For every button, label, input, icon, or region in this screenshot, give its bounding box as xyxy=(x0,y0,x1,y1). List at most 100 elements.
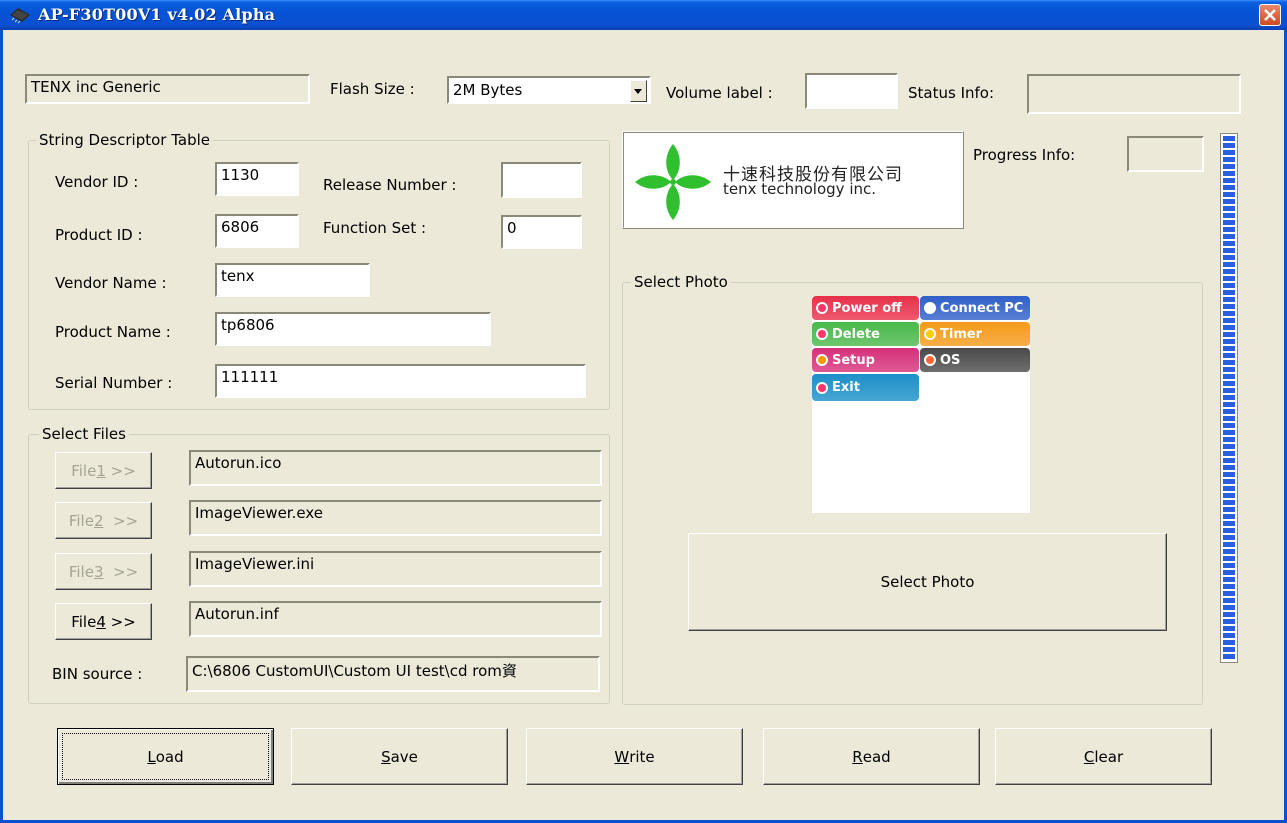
logo-english-text: tenx technology inc. xyxy=(723,180,877,198)
photo-preview: Power off Connect PC Delete Timer Setup OS Exi… xyxy=(812,296,1030,513)
file-1-button[interactable]: File 1 >> xyxy=(55,452,152,489)
file-4-button-key: 4 xyxy=(96,612,106,631)
file-2-button-label: File xyxy=(68,511,94,530)
volume-label: Volume label : xyxy=(666,84,773,102)
write-button-label: rite xyxy=(629,747,655,766)
vendor-id-label: Vendor ID : xyxy=(55,173,139,191)
device-name-field: TENX inc Generic xyxy=(25,74,310,104)
read-button-label: ead xyxy=(862,747,891,766)
file-2-path: ImageViewer.exe xyxy=(189,500,602,536)
window-frame-left xyxy=(0,30,3,823)
photo-menu-tile: Delete xyxy=(812,322,919,346)
product-id-label: Product ID : xyxy=(55,226,143,244)
write-button-key: W xyxy=(614,747,630,766)
application-window: AP-F30T00V1 v4.02 Alpha TENX inc Generic… xyxy=(0,0,1287,823)
tenx-logo-icon xyxy=(635,144,711,220)
string-descriptor-title: String Descriptor Table xyxy=(36,131,214,149)
file-1-path: Autorun.ico xyxy=(189,450,602,486)
file-1-button-label: File xyxy=(71,461,97,480)
bin-source-path: C:\6806 CustomUI\Custom UI test\cd rom資 xyxy=(186,656,600,692)
file-2-button-arrows: >> xyxy=(103,511,139,530)
save-button-label: ave xyxy=(390,747,418,766)
status-info-label: Status Info: xyxy=(908,84,995,102)
file-3-path: ImageViewer.ini xyxy=(189,551,602,587)
function-set-label: Function Set : xyxy=(323,219,427,237)
flash-size-select[interactable]: 2M Bytes xyxy=(447,76,651,104)
product-name-input[interactable]: tp6806 xyxy=(215,312,491,346)
progress-fill xyxy=(1223,136,1235,660)
chevron-down-icon xyxy=(634,89,642,94)
file-3-button-label: File xyxy=(68,562,94,581)
company-logo-panel: 十速科技股份有限公司 tenx technology inc. xyxy=(622,131,964,229)
flash-size-label: Flash Size : xyxy=(330,80,415,98)
file-3-button-key: 3 xyxy=(93,562,104,581)
photo-menu-tile-label: Setup xyxy=(832,352,875,368)
status-info-field xyxy=(1027,74,1241,114)
bin-source-label: BIN source : xyxy=(52,665,143,683)
volume-label-input[interactable] xyxy=(805,73,898,109)
clear-button[interactable]: Clear xyxy=(995,728,1212,785)
file-2-button[interactable]: File 2 >> xyxy=(55,502,152,539)
select-photo-button[interactable]: Select Photo xyxy=(688,533,1167,631)
vendor-name-input[interactable]: tenx xyxy=(215,263,370,297)
file-4-button[interactable]: File 4 >> xyxy=(55,603,152,640)
function-set-input[interactable]: 0 xyxy=(501,215,582,249)
file-4-button-label: File xyxy=(71,612,97,631)
file-1-button-arrows: >> xyxy=(105,461,136,480)
photo-menu-tile-icon xyxy=(924,302,936,314)
window-title: AP-F30T00V1 v4.02 Alpha xyxy=(38,5,276,24)
dropdown-arrow-button[interactable] xyxy=(630,80,647,102)
serial-number-label: Serial Number : xyxy=(55,374,173,392)
title-bar[interactable]: AP-F30T00V1 v4.02 Alpha xyxy=(0,0,1287,30)
select-photo-button-label: Select Photo xyxy=(880,573,975,591)
photo-menu-tile: Timer xyxy=(920,322,1030,346)
write-button[interactable]: Write xyxy=(526,728,743,785)
release-number-label: Release Number : xyxy=(323,176,457,194)
serial-number-input[interactable]: 111111 xyxy=(215,364,586,398)
photo-menu-tile-icon xyxy=(816,328,828,340)
photo-menu-tile-label: OS xyxy=(940,352,961,368)
close-icon xyxy=(1264,9,1276,21)
photo-menu-tile: Setup xyxy=(812,348,919,372)
vendor-name-label: Vendor Name : xyxy=(55,274,167,292)
close-button[interactable] xyxy=(1259,4,1281,26)
photo-menu-tile-label: Exit xyxy=(832,380,860,395)
clear-button-key: C xyxy=(1083,747,1095,766)
read-button-key: R xyxy=(852,747,863,766)
product-id-input[interactable]: 6806 xyxy=(215,214,299,248)
photo-menu-tile-icon xyxy=(924,354,936,366)
progress-info-field xyxy=(1127,136,1204,172)
save-button[interactable]: Save xyxy=(291,728,508,785)
load-button-key: L xyxy=(147,747,156,766)
load-button[interactable]: Load xyxy=(57,728,274,785)
progress-bar xyxy=(1220,133,1238,663)
file-1-button-key: 1 xyxy=(96,461,106,480)
photo-menu-tile-label: Timer xyxy=(940,326,983,342)
clear-button-label: lear xyxy=(1094,747,1124,766)
file-2-button-key: 2 xyxy=(93,511,104,530)
photo-menu-tile: Power off xyxy=(812,296,919,320)
photo-menu-tile-icon xyxy=(816,354,828,366)
file-4-button-arrows: >> xyxy=(105,612,136,631)
save-button-key: S xyxy=(381,747,391,766)
read-button[interactable]: Read xyxy=(763,728,980,785)
photo-menu-tile-label: Connect PC xyxy=(940,300,1024,316)
file-3-button-arrows: >> xyxy=(103,562,139,581)
photo-menu-tile-label: Delete xyxy=(832,326,880,342)
photo-menu-tile-icon xyxy=(924,328,936,340)
release-number-input[interactable] xyxy=(501,162,582,198)
select-files-title: Select Files xyxy=(39,425,129,443)
vendor-id-input[interactable]: 1130 xyxy=(215,162,299,196)
file-3-button[interactable]: File 3 >> xyxy=(55,553,152,590)
flash-size-value: 2M Bytes xyxy=(453,81,523,99)
photo-menu-tile-icon xyxy=(816,381,828,394)
load-button-label: oad xyxy=(155,747,184,766)
photo-menu-tile-label: Power off xyxy=(832,300,902,316)
photo-menu-tile: OS xyxy=(920,348,1030,372)
photo-menu-tile: Connect PC xyxy=(920,296,1030,320)
progress-info-label: Progress Info: xyxy=(973,146,1076,164)
photo-menu-tile: Exit xyxy=(812,374,919,401)
file-4-path: Autorun.inf xyxy=(189,601,602,637)
product-name-label: Product Name : xyxy=(55,323,171,341)
select-photo-title: Select Photo xyxy=(631,273,731,291)
